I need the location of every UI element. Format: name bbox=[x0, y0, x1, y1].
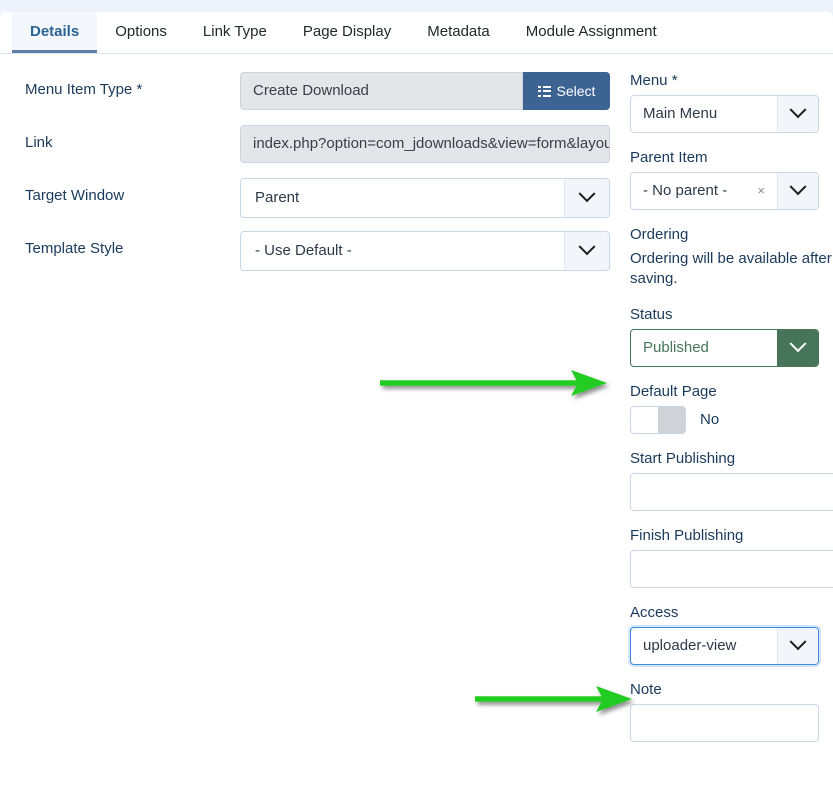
access-label: Access bbox=[630, 603, 679, 621]
select-menu-item-type-button[interactable]: Select bbox=[523, 72, 610, 110]
chevron-down-icon bbox=[777, 329, 818, 366]
tab-metadata-label: Metadata bbox=[427, 22, 490, 40]
field-note: Note bbox=[630, 681, 833, 742]
parent-item-select[interactable]: - No parent - × bbox=[630, 172, 819, 210]
default-page-label: Default Page bbox=[630, 382, 717, 400]
ordering-label: Ordering bbox=[630, 226, 689, 243]
tab-page-display-label: Page Display bbox=[302, 22, 392, 40]
finish-publishing-input[interactable] bbox=[630, 549, 833, 588]
menu-item-type-label: Menu Item Type * bbox=[25, 81, 143, 98]
status-label: Status bbox=[630, 305, 673, 323]
field-link: Link index.php?option=com_jdownloads&vie… bbox=[0, 125, 630, 163]
form-body: Menu Item Type * Create Download Select bbox=[0, 54, 833, 742]
tab-module-assignment[interactable]: Module Assignment bbox=[508, 12, 675, 53]
tab-options[interactable]: Options bbox=[97, 12, 185, 53]
target-window-label: Target Window bbox=[25, 187, 125, 204]
right-column: Menu * Main Menu Parent Item - No parent… bbox=[630, 72, 833, 758]
tab-link-type-label: Link Type bbox=[202, 22, 267, 40]
default-page-toggle[interactable] bbox=[630, 405, 686, 434]
toggle-track bbox=[658, 406, 685, 433]
menu-item-type-value: Create Download bbox=[240, 72, 523, 110]
menu-label: Menu * bbox=[630, 72, 678, 89]
link-label: Link bbox=[25, 134, 53, 151]
field-menu-item-type: Menu Item Type * Create Download Select bbox=[0, 72, 630, 110]
chevron-down-icon bbox=[777, 96, 818, 132]
field-template-style: Template Style - Use Default - bbox=[0, 231, 630, 271]
start-publishing-label: Start Publishing bbox=[630, 449, 736, 467]
access-value: uploader-view bbox=[643, 636, 737, 654]
field-status: Status Published bbox=[630, 306, 833, 367]
target-window-select[interactable]: Parent bbox=[240, 178, 610, 218]
tab-page-display[interactable]: Page Display bbox=[285, 12, 409, 53]
start-publishing-input[interactable] bbox=[630, 472, 833, 511]
tab-module-assignment-label: Module Assignment bbox=[525, 22, 657, 40]
finish-publishing-label: Finish Publishing bbox=[630, 526, 744, 544]
field-parent-item: Parent Item - No parent - × bbox=[630, 149, 833, 210]
status-select[interactable]: Published bbox=[630, 328, 819, 367]
field-target-window: Target Window Parent bbox=[0, 178, 630, 218]
tab-details[interactable]: Details bbox=[12, 12, 98, 53]
target-window-value: Parent bbox=[255, 189, 300, 206]
template-style-label: Template Style bbox=[25, 240, 124, 257]
clear-parent-item-icon[interactable]: × bbox=[749, 173, 765, 209]
access-select[interactable]: uploader-view bbox=[630, 626, 819, 665]
tab-link-type[interactable]: Link Type bbox=[185, 12, 285, 53]
parent-item-label: Parent Item bbox=[630, 149, 708, 166]
list-ul-icon bbox=[537, 85, 551, 97]
status-value: Published bbox=[643, 338, 709, 356]
field-default-page: Default Page No bbox=[630, 383, 833, 434]
field-menu: Menu * Main Menu bbox=[630, 72, 833, 133]
field-start-publishing: Start Publishing bbox=[630, 450, 833, 511]
tab-bar: Details Options Link Type Page Display M… bbox=[0, 12, 833, 54]
field-access: Access uploader-view bbox=[630, 604, 833, 665]
chevron-down-icon bbox=[564, 232, 609, 270]
field-finish-publishing: Finish Publishing bbox=[630, 527, 833, 588]
menu-item-type-combo: Create Download Select bbox=[240, 72, 610, 110]
note-label: Note bbox=[630, 680, 662, 698]
toggle-knob bbox=[631, 406, 658, 433]
ordering-help-text: Ordering will be available after saving. bbox=[630, 250, 832, 288]
template-style-value: - Use Default - bbox=[255, 242, 352, 259]
chevron-down-icon bbox=[777, 627, 818, 664]
chevron-down-icon bbox=[564, 179, 609, 217]
parent-item-value: - No parent - bbox=[643, 182, 728, 199]
field-ordering: Ordering Ordering will be available afte… bbox=[630, 226, 833, 290]
menu-item-edit-card: Details Options Link Type Page Display M… bbox=[0, 12, 833, 805]
default-page-value: No bbox=[700, 411, 720, 428]
menu-value: Main Menu bbox=[643, 105, 718, 122]
chevron-down-icon bbox=[777, 173, 818, 209]
template-style-select[interactable]: - Use Default - bbox=[240, 231, 610, 271]
link-value: index.php?option=com_jdownloads&view=for… bbox=[240, 125, 610, 163]
tab-details-label: Details bbox=[30, 22, 80, 40]
tab-metadata[interactable]: Metadata bbox=[409, 12, 508, 53]
menu-select[interactable]: Main Menu bbox=[630, 95, 819, 133]
select-button-label: Select bbox=[556, 83, 596, 99]
note-input[interactable] bbox=[630, 703, 819, 742]
tab-options-label: Options bbox=[115, 22, 167, 40]
left-column: Menu Item Type * Create Download Select bbox=[0, 72, 630, 284]
